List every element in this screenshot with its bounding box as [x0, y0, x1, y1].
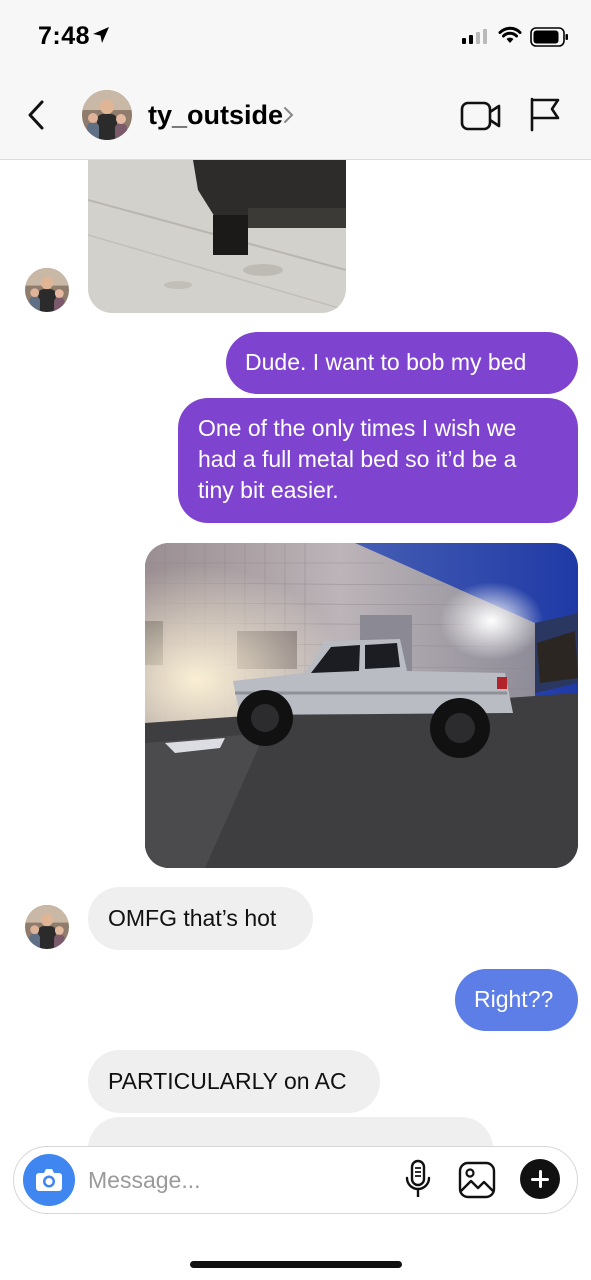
- video-call-icon[interactable]: [460, 100, 502, 132]
- message-text: Right??: [474, 986, 554, 1012]
- sender-avatar[interactable]: [25, 268, 69, 312]
- message-text-line: tiny bit easier.: [198, 477, 339, 503]
- message-composer: [13, 1146, 578, 1214]
- status-time: 7:48: [38, 22, 91, 50]
- message-text: PARTICULARLY on AC: [108, 1068, 347, 1094]
- camera-icon: [36, 1169, 62, 1191]
- message-text-line: had a full metal bed so it’d be a: [198, 446, 517, 472]
- microphone-icon[interactable]: [404, 1159, 432, 1201]
- sent-message[interactable]: Right??: [455, 969, 578, 1031]
- sent-message[interactable]: Dude. I want to bob my bed: [226, 332, 578, 394]
- home-indicator: [190, 1261, 402, 1268]
- wifi-icon: [498, 26, 522, 43]
- gallery-icon[interactable]: [458, 1161, 496, 1199]
- battery-icon: [530, 27, 568, 47]
- location-arrow-icon: [93, 27, 109, 43]
- signal-icon: [462, 28, 487, 44]
- chevron-right-icon[interactable]: [282, 106, 294, 124]
- status-bar: 7:48: [0, 0, 591, 76]
- message-text-line: One of the only times I wish we: [198, 415, 517, 441]
- received-photo[interactable]: [88, 160, 346, 313]
- sent-message[interactable]: One of the only times I wish we had a fu…: [178, 398, 578, 523]
- back-chevron-icon[interactable]: [22, 94, 54, 136]
- camera-button[interactable]: [23, 1154, 75, 1206]
- username-link[interactable]: ty_outside: [148, 100, 283, 131]
- sender-avatar[interactable]: [25, 905, 69, 949]
- message-input[interactable]: [88, 1159, 388, 1201]
- message-text: OMFG that’s hot: [108, 905, 277, 931]
- sent-photo[interactable]: [145, 543, 578, 868]
- received-message[interactable]: OMFG that’s hot: [88, 887, 313, 950]
- chat-header: ty_outside: [0, 76, 591, 160]
- flag-icon[interactable]: [528, 96, 562, 132]
- plus-icon[interactable]: [520, 1159, 560, 1199]
- header-avatar[interactable]: [82, 90, 132, 140]
- message-text: Dude. I want to bob my bed: [245, 349, 527, 375]
- received-message[interactable]: PARTICULARLY on AC: [88, 1050, 380, 1113]
